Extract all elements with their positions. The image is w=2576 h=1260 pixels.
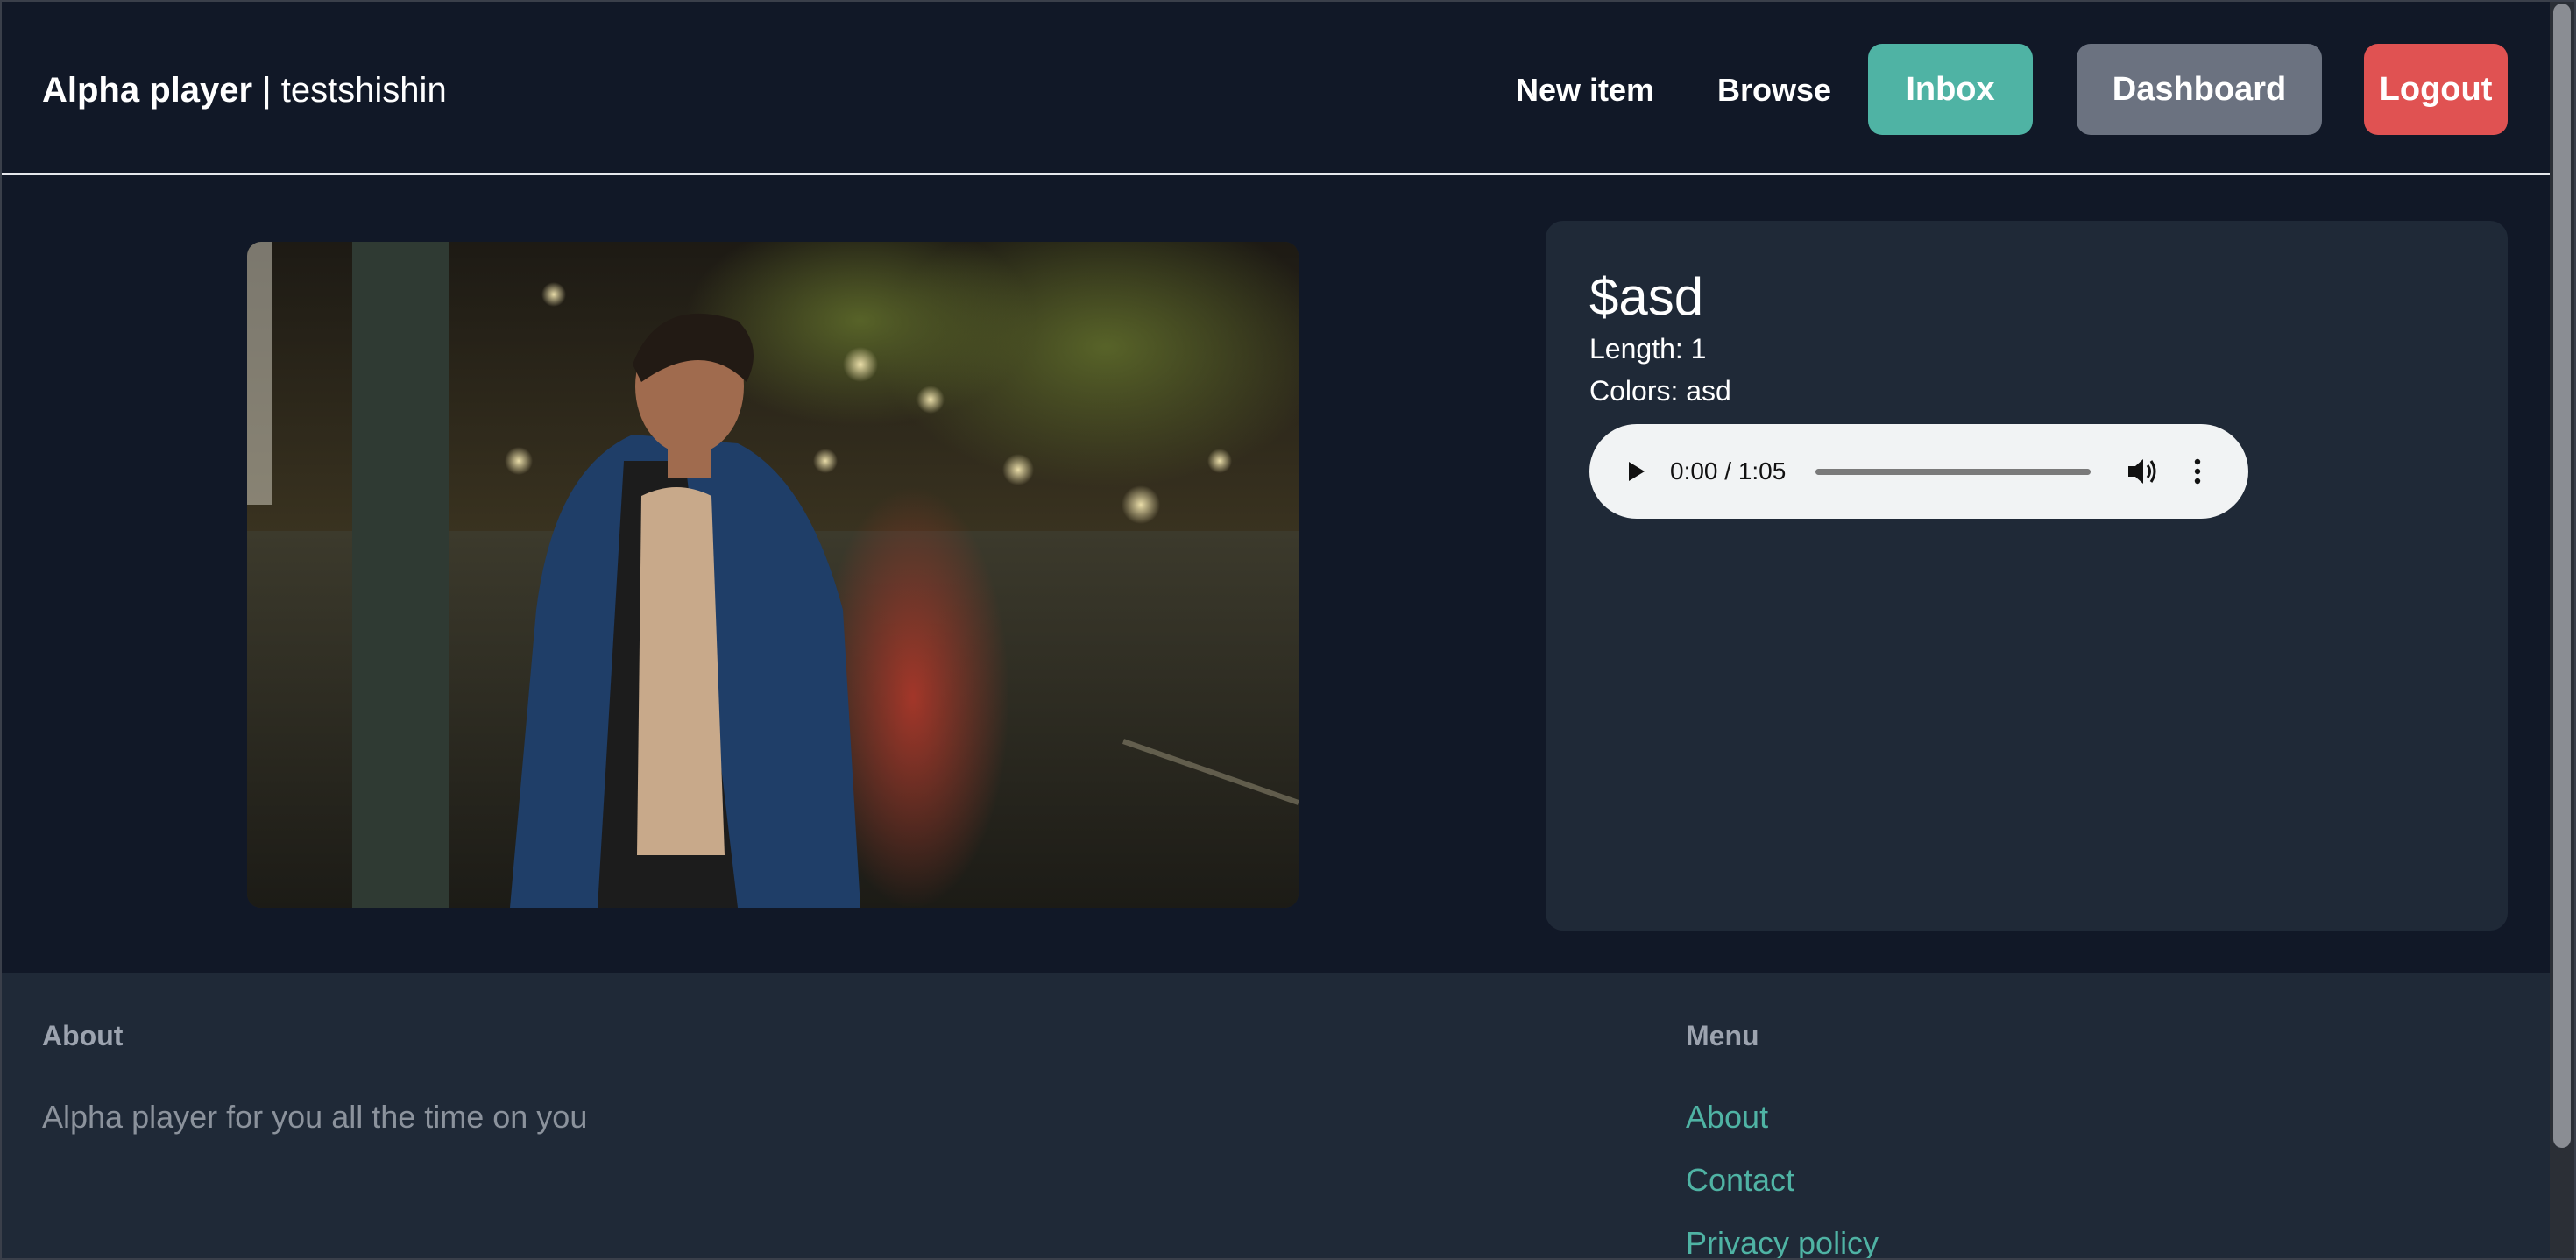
item-photo (247, 242, 1299, 908)
scrollbar-thumb[interactable] (2553, 4, 2571, 1148)
site-footer: About Alpha player for you all the time … (0, 973, 2550, 1260)
audio-progress-bar[interactable] (1815, 469, 2091, 475)
audio-player[interactable]: 0:00 / 1:05 (1589, 424, 2248, 519)
play-icon[interactable] (1621, 457, 1649, 485)
brand[interactable]: Alpha player | testshishin (42, 68, 447, 112)
nav-new-item-link[interactable]: New item (1516, 68, 1654, 112)
footer-about-text: Alpha player for you all the time on you (42, 1099, 588, 1135)
footer-link-privacy-policy[interactable]: Privacy policy (1686, 1223, 1879, 1260)
audio-time: 0:00 / 1:05 (1670, 457, 1787, 485)
inbox-button[interactable]: Inbox (1868, 44, 2033, 135)
dashboard-button[interactable]: Dashboard (2077, 44, 2322, 135)
site-header: Alpha player | testshishin New item Brow… (0, 0, 2550, 175)
item-length: Length: 1 (1589, 333, 1707, 365)
footer-about-heading: About (42, 1020, 124, 1051)
brand-separator: | (252, 71, 281, 110)
item-image (247, 242, 1299, 908)
footer-menu-heading: Menu (1686, 1020, 1759, 1051)
more-vertical-icon[interactable] (2189, 456, 2206, 487)
item-colors: Colors: asd (1589, 375, 1731, 407)
nav-browse-link[interactable]: Browse (1717, 68, 1831, 112)
footer-link-about[interactable]: About (1686, 1097, 1768, 1137)
brand-name: Alpha player (42, 71, 253, 110)
brand-username: testshishin (280, 71, 447, 110)
item-price: $asd (1589, 267, 1704, 326)
volume-icon[interactable] (2126, 456, 2159, 487)
item-info-card: $asd Length: 1 Colors: asd 0:00 / 1:05 (1546, 221, 2508, 931)
logout-button[interactable]: Logout (2364, 44, 2508, 135)
footer-link-contact[interactable]: Contact (1686, 1160, 1794, 1200)
